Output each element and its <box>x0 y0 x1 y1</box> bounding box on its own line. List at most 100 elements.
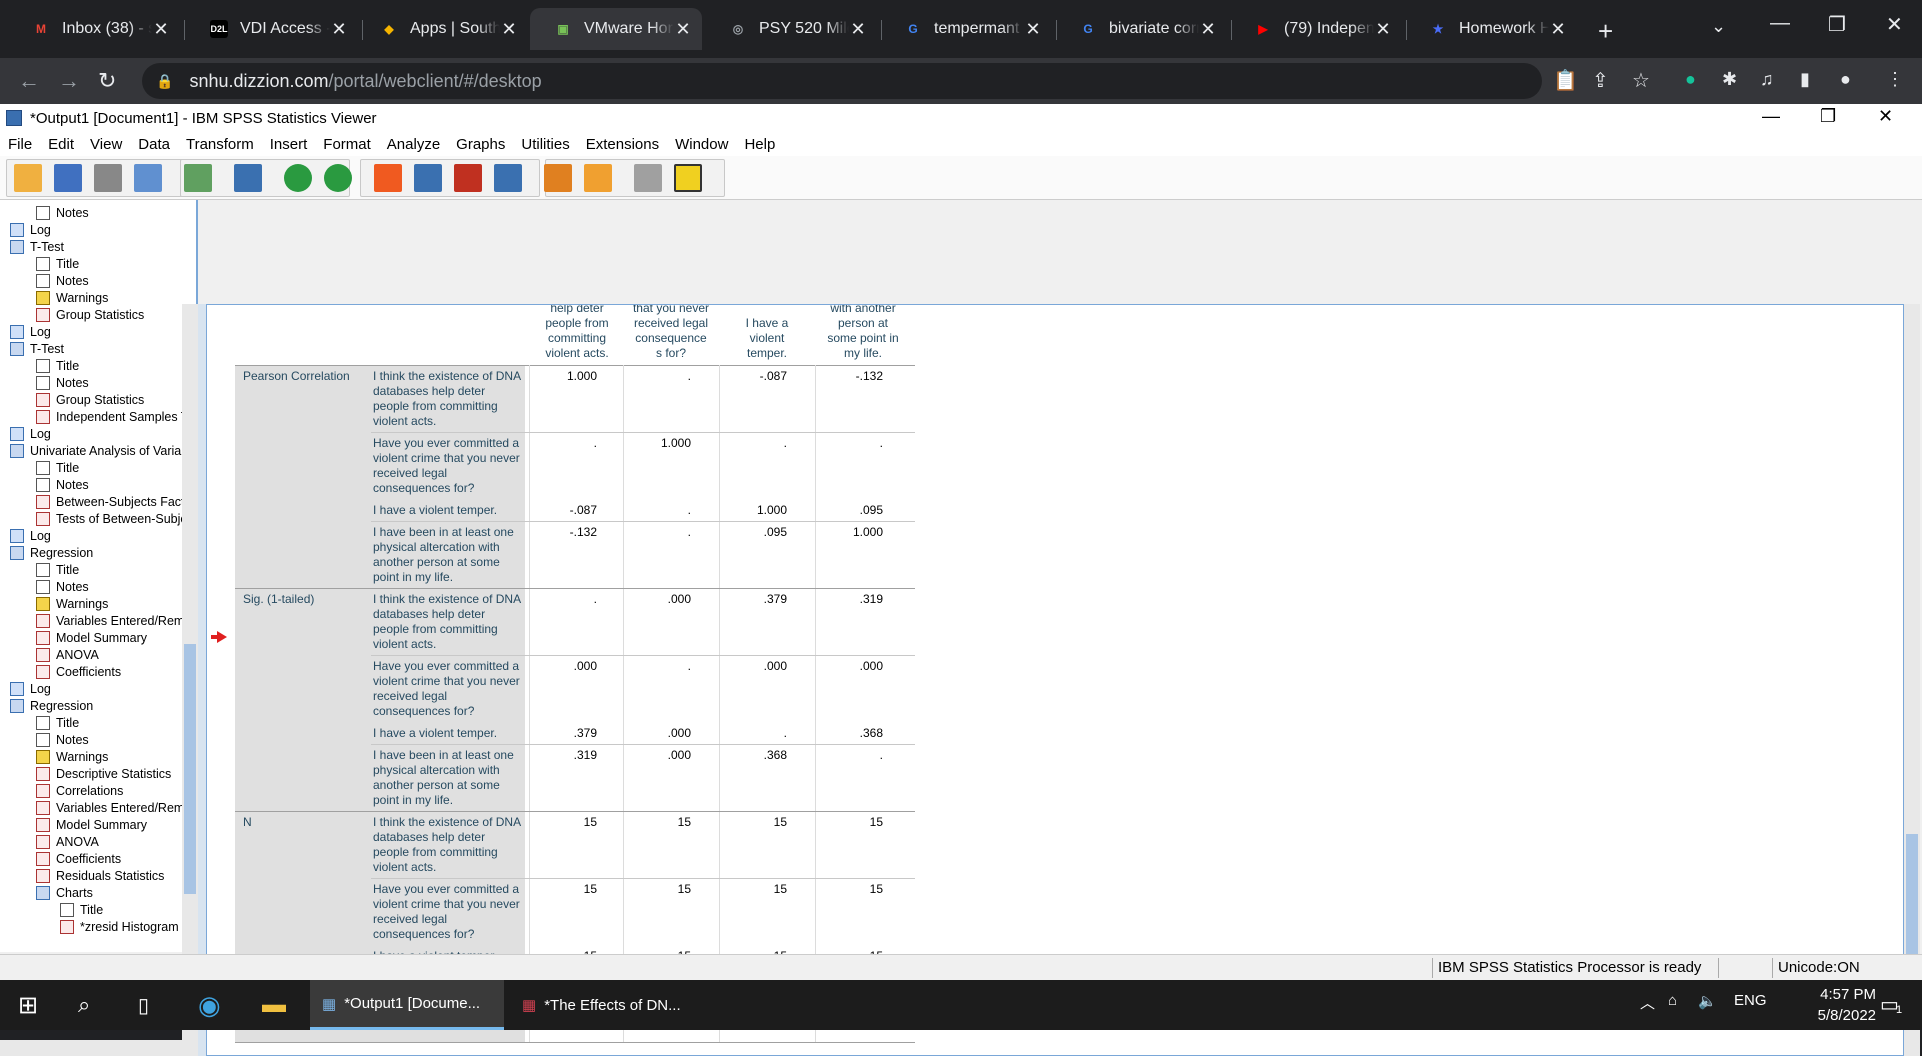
restore-icon[interactable]: ❐ <box>1828 12 1846 37</box>
browser-tab[interactable]: Gbivariate corre✕ <box>1055 8 1227 50</box>
outline-item[interactable]: Notes <box>36 476 89 493</box>
outline-item[interactable]: Warnings <box>36 289 108 306</box>
menu-extensions[interactable]: Extensions <box>578 136 667 153</box>
pane-splitter[interactable] <box>198 304 206 1056</box>
browser-tab[interactable]: Gtempermant - ✕ <box>880 8 1052 50</box>
tab-search-icon[interactable]: ⌄ <box>1711 16 1726 37</box>
outline-item[interactable]: Title <box>36 714 79 731</box>
open-icon[interactable] <box>14 164 42 192</box>
outline-item[interactable]: Univariate Analysis of Varian <box>10 442 188 459</box>
taskbar-app-data[interactable]: ▦ *The Effects of DN... <box>510 980 704 1030</box>
menu-data[interactable]: Data <box>130 136 178 153</box>
minimize-icon[interactable]: — <box>1770 12 1790 35</box>
content-vertical-scrollbar[interactable] <box>1904 304 1920 1056</box>
outline-item[interactable]: Title <box>36 459 79 476</box>
browser-tab[interactable]: M Inbox (38) - st ✕ <box>8 8 180 50</box>
menu-utilities[interactable]: Utilities <box>513 136 577 153</box>
taskbar-app-output[interactable]: ▦ *Output1 [Docume... <box>310 980 504 1030</box>
outline-item[interactable]: Group Statistics <box>36 391 144 408</box>
browser-tab[interactable]: ★ Homework He✕ <box>1405 8 1577 50</box>
outline-item[interactable]: Title <box>36 561 79 578</box>
menu-file[interactable]: File <box>0 136 40 153</box>
outline-item[interactable]: Notes <box>36 204 89 221</box>
close-icon[interactable]: ✕ <box>1886 12 1903 37</box>
outline-item[interactable]: ANOVA <box>36 646 99 663</box>
bookmark-star-icon[interactable]: ☆ <box>1632 68 1650 93</box>
print-icon[interactable] <box>94 164 122 192</box>
outline-vertical-scrollbar[interactable] <box>182 304 198 1044</box>
outline-scroll-thumb[interactable] <box>184 644 196 894</box>
variables-icon[interactable] <box>494 164 522 192</box>
outline-item[interactable]: T-Test <box>10 340 64 357</box>
tab-close-icon[interactable]: ✕ <box>500 19 518 40</box>
menu-view[interactable]: View <box>82 136 130 153</box>
menu-graphs[interactable]: Graphs <box>448 136 513 153</box>
tab-close-icon[interactable]: ✕ <box>1374 19 1392 40</box>
tab-close-icon[interactable]: ✕ <box>674 19 692 40</box>
spss-restore-icon[interactable]: ❐ <box>1820 106 1836 127</box>
undo-icon[interactable] <box>284 164 312 192</box>
outline-item[interactable]: Log <box>10 323 51 340</box>
recall-dialog-icon[interactable] <box>234 164 262 192</box>
outline-item[interactable]: Notes <box>36 272 89 289</box>
outline-item[interactable]: T-Test <box>10 238 64 255</box>
outline-item[interactable]: Model Summary <box>36 816 147 833</box>
edge-icon[interactable]: ◉ <box>198 980 221 1030</box>
outline-item[interactable]: Group Statistics <box>36 306 144 323</box>
outline-item[interactable]: *zresid Histogram <box>60 918 179 935</box>
browser-tab[interactable]: D2L VDI Access - P✕ <box>186 8 358 50</box>
menu-transform[interactable]: Transform <box>178 136 262 153</box>
outline-item[interactable]: Correlations <box>36 782 123 799</box>
show-all-icon[interactable] <box>634 164 662 192</box>
side-panel-icon[interactable]: ▮ <box>1800 69 1810 90</box>
outline-item[interactable]: Log <box>10 221 51 238</box>
search-icon[interactable]: ⌕ <box>78 980 90 1030</box>
outline-item[interactable]: Log <box>10 527 51 544</box>
outline-item[interactable]: Between-Subjects Facto <box>36 493 192 510</box>
goto-case-icon[interactable] <box>414 164 442 192</box>
tab-close-icon[interactable]: ✕ <box>1024 19 1042 40</box>
outline-item[interactable]: Notes <box>36 374 89 391</box>
goto-variable-icon[interactable] <box>454 164 482 192</box>
back-icon[interactable]: ← <box>18 68 40 94</box>
menu-insert[interactable]: Insert <box>262 136 316 153</box>
goto-data-icon[interactable] <box>374 164 402 192</box>
outline-item[interactable]: Notes <box>36 578 89 595</box>
network-icon[interactable]: ⌂ <box>1668 992 1677 1009</box>
outline-item[interactable]: Descriptive Statistics <box>36 765 171 782</box>
browser-tab[interactable]: ◆ Apps | Southe✕ <box>356 8 528 50</box>
tab-close-icon[interactable]: ✕ <box>1549 19 1567 40</box>
start-icon[interactable]: ⊞ <box>18 980 38 1030</box>
forward-icon[interactable]: → <box>58 68 80 94</box>
clock[interactable]: 4:57 PM 5/8/2022 <box>1786 984 1876 1026</box>
file-explorer-icon[interactable]: ▬ <box>262 980 286 1030</box>
outline-item[interactable]: Warnings <box>36 748 108 765</box>
print-preview-icon[interactable] <box>134 164 162 192</box>
insert-chart-icon[interactable] <box>584 164 612 192</box>
new-tab-button[interactable]: + <box>1598 16 1613 47</box>
outline-item[interactable]: Regression <box>10 697 93 714</box>
outline-item[interactable]: Notes <box>36 731 89 748</box>
menu-analyze[interactable]: Analyze <box>379 136 448 153</box>
chrome-menu-icon[interactable]: ⋮ <box>1886 69 1904 90</box>
menu-format[interactable]: Format <box>315 136 379 153</box>
outline-item[interactable]: Residuals Statistics <box>36 867 164 884</box>
tab-close-icon[interactable]: ✕ <box>152 19 170 40</box>
url-bar[interactable]: 🔒 snhu.dizzion.com/portal/webclient/#/de… <box>142 63 1542 99</box>
language-indicator[interactable]: ENG <box>1734 992 1767 1009</box>
tab-close-icon[interactable]: ✕ <box>849 19 867 40</box>
extensions-icon[interactable]: ✱ <box>1722 69 1737 90</box>
outline-item[interactable]: Variables Entered/Rem <box>36 612 184 629</box>
spss-close-icon[interactable]: ✕ <box>1878 106 1893 127</box>
outline-item[interactable]: Coefficients <box>36 663 121 680</box>
tray-chevron-icon[interactable]: ︿ <box>1640 992 1655 1013</box>
profile-avatar[interactable]: ● <box>1840 69 1851 90</box>
outline-item[interactable]: Tests of Between-Subje <box>36 510 187 527</box>
volume-icon[interactable]: 🔈 <box>1698 992 1717 1010</box>
menu-window[interactable]: Window <box>667 136 736 153</box>
save-icon[interactable] <box>54 164 82 192</box>
browser-tab[interactable]: ▶ (79) Independ ✕ <box>1230 8 1402 50</box>
share-icon[interactable]: ⇪ <box>1592 68 1609 93</box>
outline-item[interactable]: Independent Samples T <box>36 408 189 425</box>
outline-item[interactable]: Variables Entered/Rem <box>36 799 184 816</box>
